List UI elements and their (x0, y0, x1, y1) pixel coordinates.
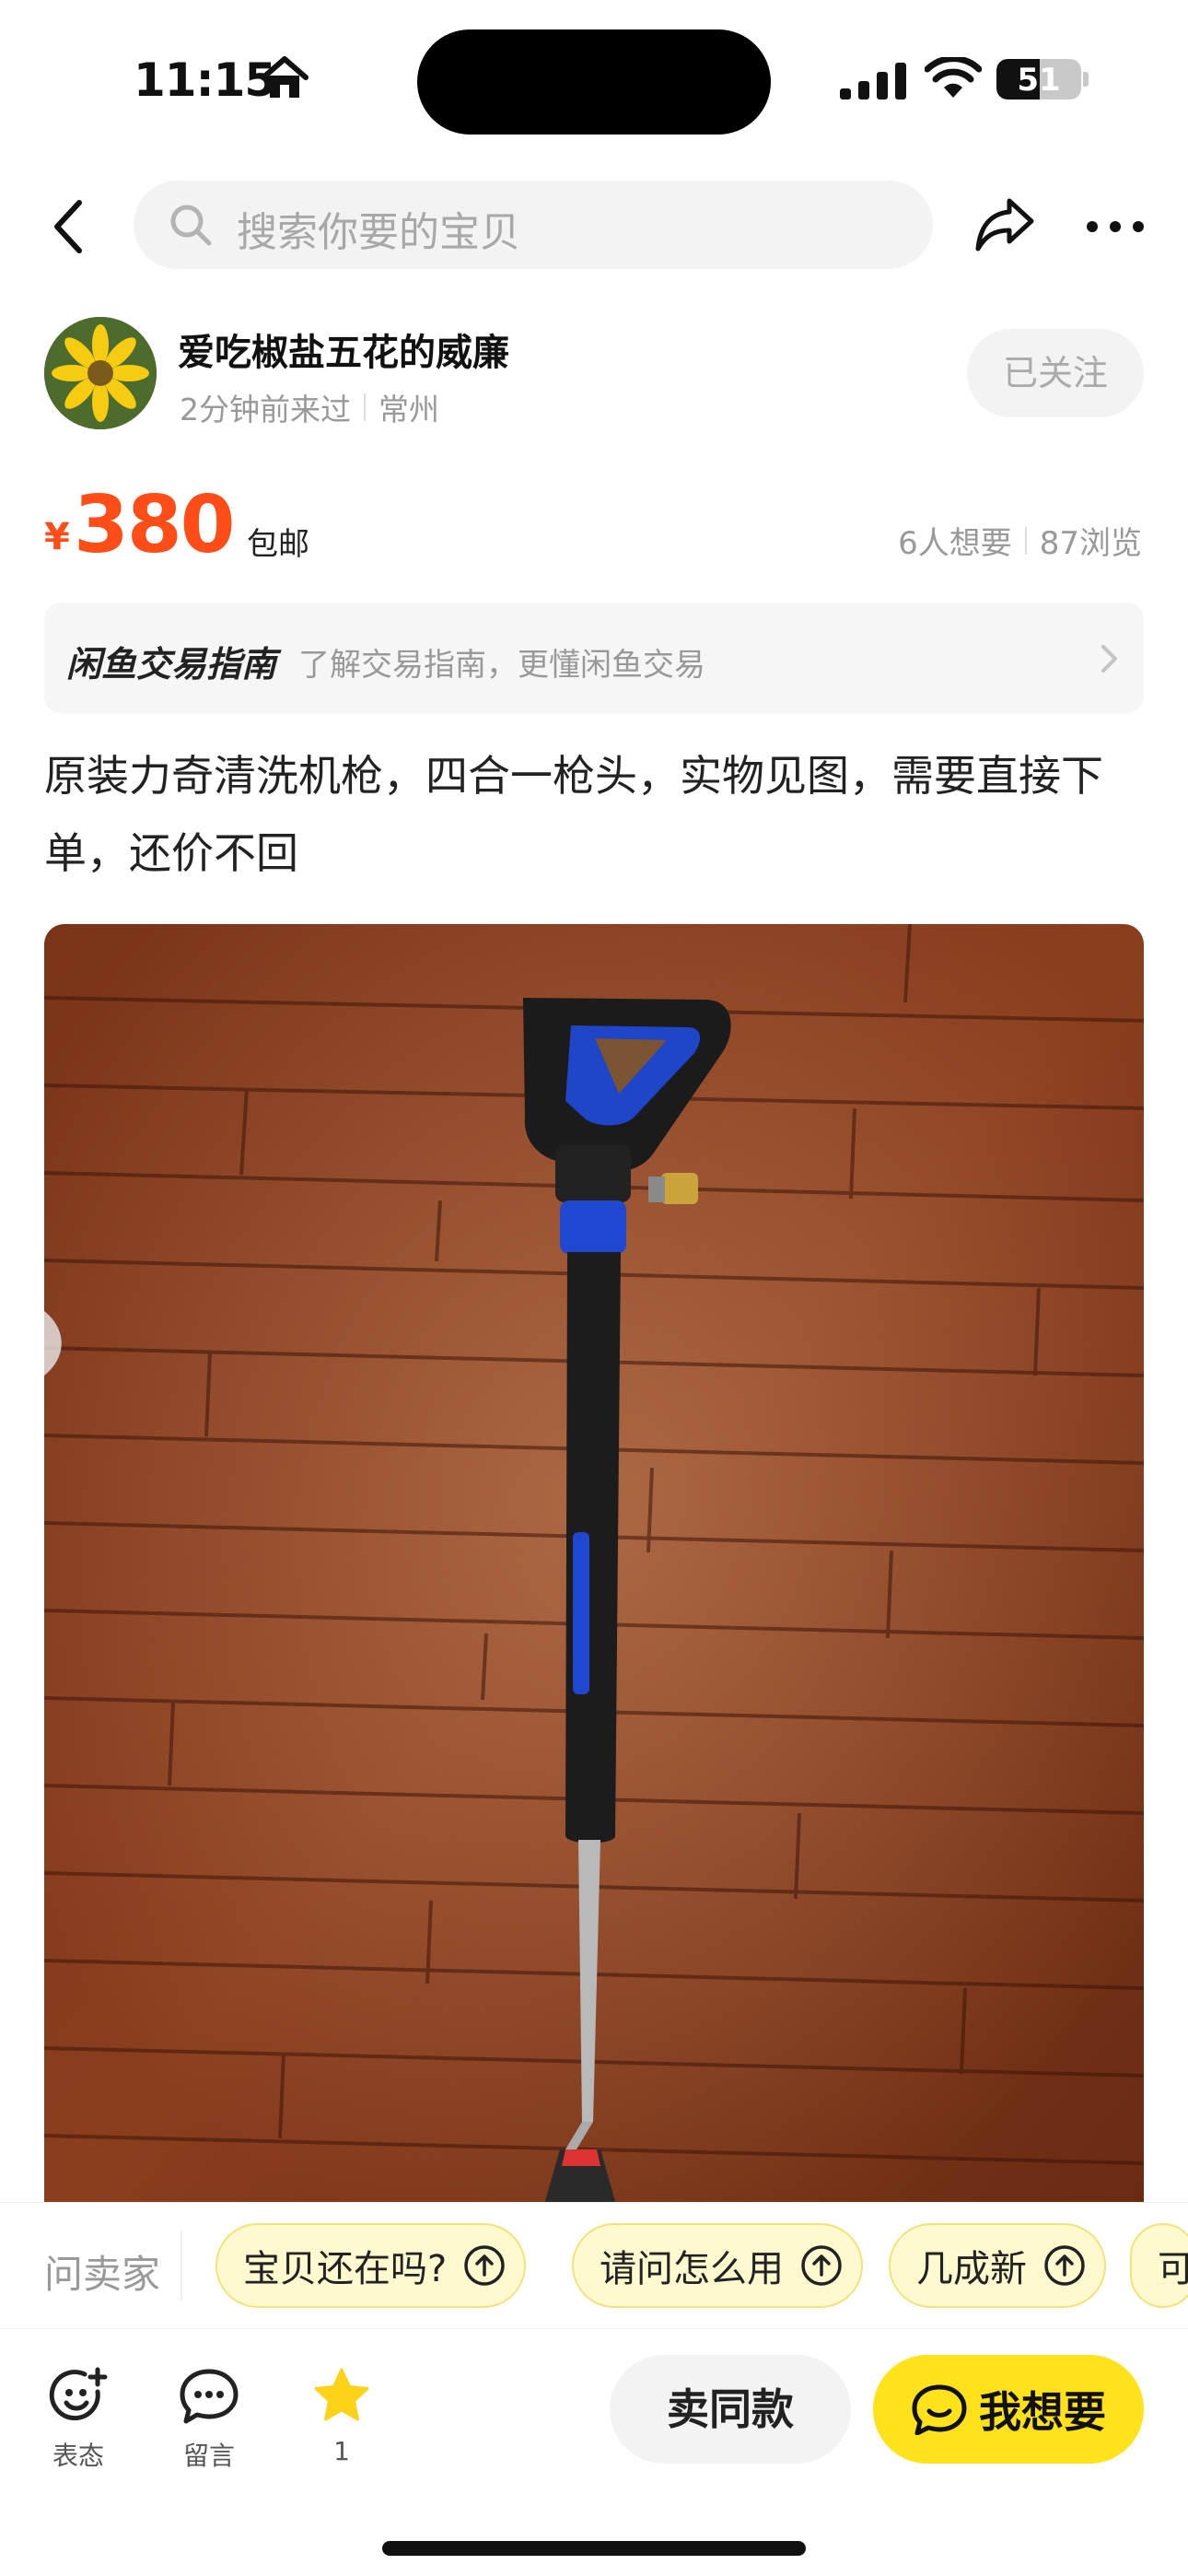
battery-cap (1083, 72, 1089, 87)
cellular-signal-icon (840, 63, 906, 100)
quick-question-chip[interactable]: 可 (1130, 2223, 1188, 2308)
comment-label: 留言 (182, 2441, 235, 2471)
smile-plus-icon (49, 2367, 108, 2421)
wifi-icon (925, 57, 982, 98)
ask-seller-label: 问卖家 (44, 2252, 161, 2297)
product-photo[interactable] (44, 924, 1144, 2214)
seller-avatar[interactable] (44, 317, 157, 429)
currency-symbol: ¥ (44, 516, 70, 558)
back-icon[interactable] (46, 197, 90, 256)
quick-question-chip[interactable]: 宝贝还在吗? (215, 2223, 527, 2308)
chip-label: 宝贝还在吗? (243, 2248, 448, 2290)
dynamic-island (417, 29, 771, 135)
want-label: 我想要 (979, 2387, 1106, 2437)
home-icon (261, 56, 309, 98)
battery-indicator: 51 (996, 59, 1081, 100)
status-time: 11:15 (134, 53, 276, 107)
seller-last-seen: 2分钟前来过 (180, 392, 351, 427)
ask-divider (181, 2231, 182, 2301)
guide-text: 了解交易指南，更懂闲鱼交易 (298, 647, 705, 684)
chip-label: 可 (1158, 2248, 1188, 2290)
item-stats: 6人想要 87浏览 (898, 518, 1142, 563)
seller-meta: 2分钟前来过 常州 (180, 385, 439, 429)
react-button[interactable]: 表态 (28, 2366, 129, 2473)
chat-icon (912, 2384, 967, 2435)
shipping-label: 包邮 (247, 526, 309, 563)
share-icon[interactable] (974, 195, 1035, 252)
more-icon[interactable] (1085, 217, 1146, 236)
search-input[interactable]: 搜索你要的宝贝 (134, 181, 933, 269)
quick-question-chip[interactable]: 请问怎么用 (572, 2223, 863, 2308)
chevron-right-icon (1101, 645, 1117, 673)
seller-location: 常州 (379, 392, 439, 427)
meta-divider (364, 393, 366, 421)
comment-button[interactable]: 留言 (158, 2366, 260, 2473)
chip-label: 请问怎么用 (600, 2248, 784, 2290)
flower-image (44, 317, 157, 429)
favorite-button[interactable]: 1 (291, 2366, 392, 2466)
seller-name[interactable]: 爱吃椒盐五花的威廉 (178, 322, 509, 376)
item-description: 原装力奇清洗机枪，四合一枪头，实物见图，需要直接下单，还价不回 (44, 751, 1103, 878)
bottom-toolbar: 表态 留言 1 卖同款 我想要 (0, 2328, 1188, 2576)
search-placeholder: 搜索你要的宝贝 (237, 209, 520, 256)
follow-button[interactable]: 已关注 (967, 329, 1144, 417)
trade-guide-banner[interactable]: 闲鱼交易指南 了解交易指南，更懂闲鱼交易 (44, 603, 1144, 713)
quick-question-chip[interactable]: 几成新 (889, 2223, 1106, 2308)
comment-bubble-icon (180, 2369, 239, 2424)
arrow-up-circle-icon (801, 2245, 842, 2286)
arrow-up-circle-icon (464, 2245, 505, 2286)
battery-level: 51 (1017, 62, 1061, 99)
wants-count: 6人想要 (898, 525, 1012, 562)
guide-brand: 闲鱼交易指南 (66, 644, 277, 685)
stats-divider (1024, 526, 1027, 555)
want-button[interactable]: 我想要 (873, 2355, 1144, 2464)
favorite-count: 1 (333, 2436, 350, 2466)
ask-seller-bar: 问卖家 宝贝还在吗? 请问怎么用 几成新 可 (0, 2202, 1188, 2327)
star-icon (314, 2368, 369, 2421)
arrow-up-circle-icon (1044, 2245, 1085, 2286)
views-count: 87浏览 (1039, 525, 1142, 562)
react-label: 表态 (52, 2441, 104, 2471)
sell-same-button[interactable]: 卖同款 (610, 2355, 851, 2464)
pressure-washer-gun-image (44, 924, 1144, 2214)
chip-label: 几成新 (916, 2248, 1027, 2290)
home-indicator (382, 2541, 806, 2556)
price-amount: 380 (74, 479, 236, 571)
search-icon (170, 205, 212, 246)
